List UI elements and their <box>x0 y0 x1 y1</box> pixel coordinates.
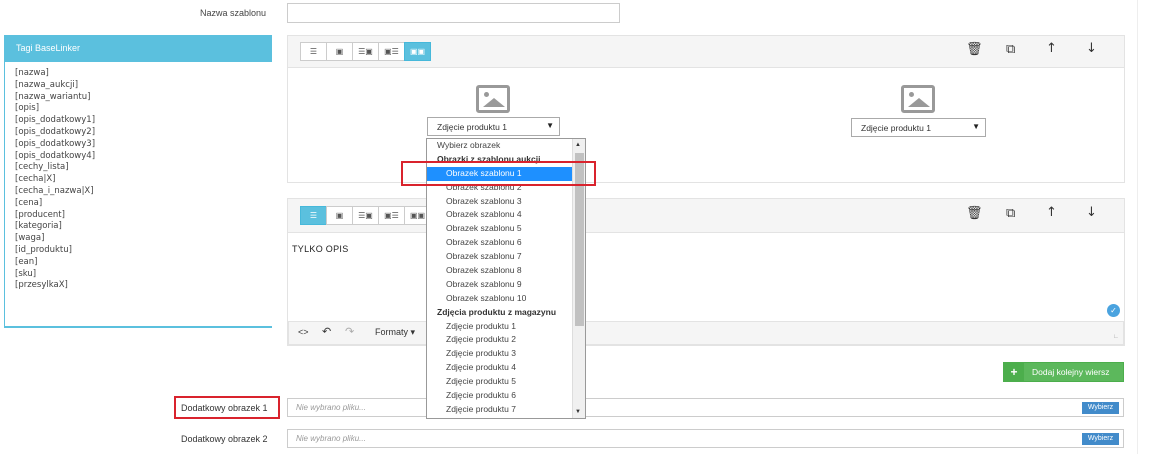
extra-image-2-label: Dodatkowy obrazek 2 <box>181 434 268 444</box>
tag-item[interactable]: [cena] <box>15 198 95 210</box>
layout-text-icon[interactable]: ☰ <box>300 42 327 61</box>
highlight-extra-image-1-label <box>174 396 280 419</box>
editor-content[interactable]: TYLKO OPIS <box>292 244 349 254</box>
tag-item[interactable]: [opis] <box>15 103 95 115</box>
tags-panel: [nazwa] [nazwa_aukcji] [nazwa_wariantu] [op… <box>4 62 272 327</box>
dropdown-group-label: Zdjęcia produktu z magazynu <box>437 306 557 317</box>
tag-item[interactable]: [opis_dodatkowy4] <box>15 151 95 163</box>
tag-list: [nazwa] [nazwa_aukcji] [nazwa_wariantu] [op… <box>15 68 95 292</box>
row1-toolbar: ☰ ▣ ☰▣ ▣☰ ▣▣ 🗑 ⧉ ↑ ↓ <box>287 35 1125 68</box>
tag-item[interactable]: [cecha_i_nazwa|X] <box>15 186 95 198</box>
dropdown-option[interactable]: Zdjęcie produktu 2 <box>427 333 585 347</box>
tag-item[interactable]: [opis_dodatkowy1] <box>15 115 95 127</box>
extra-image-2-choose-button[interactable]: Wybierz <box>1082 433 1119 445</box>
dropdown-arrow-icon: ▼ <box>972 122 980 131</box>
source-code-icon[interactable]: <> <box>298 327 309 337</box>
copy-icon[interactable]: ⧉ <box>1006 206 1015 221</box>
image-placeholder-icon[interactable] <box>901 85 935 113</box>
undo-icon[interactable]: ↶ <box>322 325 331 338</box>
arrow-down-icon[interactable]: ↓ <box>1086 41 1097 56</box>
formats-menu[interactable]: Formaty ▾ <box>375 327 415 338</box>
layout-image-icon[interactable]: ▣ <box>326 42 353 61</box>
tag-item[interactable]: [nazwa_aukcji] <box>15 80 95 92</box>
tag-item[interactable]: [waga] <box>15 233 95 245</box>
row2-layout-buttons: ☰ ▣ ☰▣ ▣☰ ▣▣ <box>300 206 431 225</box>
dropdown-option[interactable]: Obrazek szablonu 7 <box>427 250 585 264</box>
right-divider <box>1137 0 1138 454</box>
tag-item[interactable]: [nazwa_wariantu] <box>15 92 95 104</box>
image-placeholder-icon[interactable] <box>476 85 510 113</box>
template-name-input[interactable] <box>287 3 620 23</box>
add-row-label: Dodaj kolejny wiersz <box>1032 367 1110 377</box>
template-name-label: Nazwa szablonu <box>200 8 267 18</box>
tag-item[interactable]: [ean] <box>15 257 95 269</box>
dropdown-option[interactable]: Obrazek szablonu 10 <box>427 292 585 306</box>
extra-image-2-placeholder: Nie wybrano pliku... <box>296 434 366 443</box>
arrow-up-icon[interactable]: ↑ <box>1046 41 1057 56</box>
image-select-right-value: Zdjęcie produktu 1 <box>861 123 931 133</box>
highlight-selected-option <box>401 161 596 186</box>
sidebar-title: Tagi BaseLinker <box>4 35 272 62</box>
tag-item[interactable]: [nazwa] <box>15 68 95 80</box>
resize-handle-icon[interactable]: ∟ <box>1113 334 1119 340</box>
dropdown-option[interactable]: Zdjęcie produktu 7 <box>427 403 585 417</box>
editor-footer-toolbar: <> ↶ ↷ Formaty ▾ ∟ <box>288 321 1124 345</box>
dropdown-option[interactable]: Zdjęcie produktu 6 <box>427 389 585 403</box>
layout-image-text-icon[interactable]: ▣☰ <box>378 206 405 225</box>
trash-icon[interactable]: 🗑 <box>966 206 983 221</box>
layout-text-icon[interactable]: ☰ <box>300 206 327 225</box>
sidebar-bottom-border <box>4 327 272 328</box>
dropdown-option[interactable]: Obrazek szablonu 8 <box>427 264 585 278</box>
tag-item[interactable]: [sku] <box>15 269 95 281</box>
row1-layout-buttons: ☰ ▣ ☰▣ ▣☰ ▣▣ <box>300 42 431 61</box>
extra-image-1-placeholder: Nie wybrano pliku... <box>296 403 366 412</box>
tag-item[interactable]: [cechy_lista] <box>15 162 95 174</box>
dropdown-option[interactable]: Obrazek szablonu 9 <box>427 278 585 292</box>
arrow-down-icon[interactable]: ↓ <box>1086 205 1097 220</box>
layout-text-image-icon[interactable]: ☰▣ <box>352 206 379 225</box>
tag-item[interactable]: [opis_dodatkowy3] <box>15 139 95 151</box>
dropdown-option[interactable]: Obrazek szablonu 3 <box>427 195 585 209</box>
extra-image-1-choose-button[interactable]: Wybierz <box>1082 402 1119 414</box>
dropdown-option[interactable]: Zdjęcie produktu 1 <box>427 320 585 334</box>
tag-item[interactable]: [opis_dodatkowy2] <box>15 127 95 139</box>
check-circle-icon: ✓ <box>1107 304 1120 317</box>
arrow-up-icon[interactable]: ↑ <box>1046 205 1057 220</box>
image-select-left-value: Zdjęcie produktu 1 <box>437 122 507 132</box>
row2-toolbar: ☰ ▣ ☰▣ ▣☰ ▣▣ 🗑 ⧉ ↑ ↓ <box>287 198 1125 233</box>
layout-text-image-icon[interactable]: ☰▣ <box>352 42 379 61</box>
copy-icon[interactable]: ⧉ <box>1006 42 1015 57</box>
dropdown-option[interactable]: Zdjęcie produktu 3 <box>427 347 585 361</box>
dropdown-option[interactable]: Obrazek szablonu 4 <box>427 208 585 222</box>
plus-icon: + <box>1004 363 1024 381</box>
dropdown-option[interactable]: Zdjęcie produktu 5 <box>427 375 585 389</box>
redo-icon[interactable]: ↷ <box>345 325 354 338</box>
layout-image-icon[interactable]: ▣ <box>326 206 353 225</box>
dropdown-option[interactable]: Wybierz obrazek <box>427 139 585 153</box>
formats-label: Formaty <box>375 327 409 337</box>
layout-two-images-icon[interactable]: ▣▣ <box>404 42 431 61</box>
tag-item[interactable]: [kategoria] <box>15 221 95 233</box>
dropdown-option[interactable]: Obrazek szablonu 5 <box>427 222 585 236</box>
tag-item[interactable]: [producent] <box>15 210 95 222</box>
tag-item[interactable]: [id_produktu] <box>15 245 95 257</box>
layout-image-text-icon[interactable]: ▣☰ <box>378 42 405 61</box>
scroll-up-icon[interactable]: ▲ <box>575 142 581 148</box>
dropdown-option[interactable]: Zdjęcie produktu 4 <box>427 361 585 375</box>
tag-item[interactable]: [cecha|X] <box>15 174 95 186</box>
dropdown-option[interactable]: Obrazek szablonu 6 <box>427 236 585 250</box>
add-row-button[interactable]: + Dodaj kolejny wiersz <box>1003 362 1124 382</box>
extra-image-1-file-input[interactable]: Nie wybrano pliku... Wybierz <box>287 398 1124 417</box>
image-select-right[interactable]: Zdjęcie produktu 1 ▼ <box>851 118 986 137</box>
trash-icon[interactable]: 🗑 <box>966 42 983 57</box>
tag-item[interactable]: [przesylkaX] <box>15 280 95 292</box>
image-select-left[interactable]: Zdjęcie produktu 1 ▼ <box>427 117 560 136</box>
extra-image-2-file-input[interactable]: Nie wybrano pliku... Wybierz <box>287 429 1124 448</box>
scroll-down-icon[interactable]: ▼ <box>575 409 581 415</box>
dropdown-arrow-icon: ▼ <box>546 121 554 130</box>
